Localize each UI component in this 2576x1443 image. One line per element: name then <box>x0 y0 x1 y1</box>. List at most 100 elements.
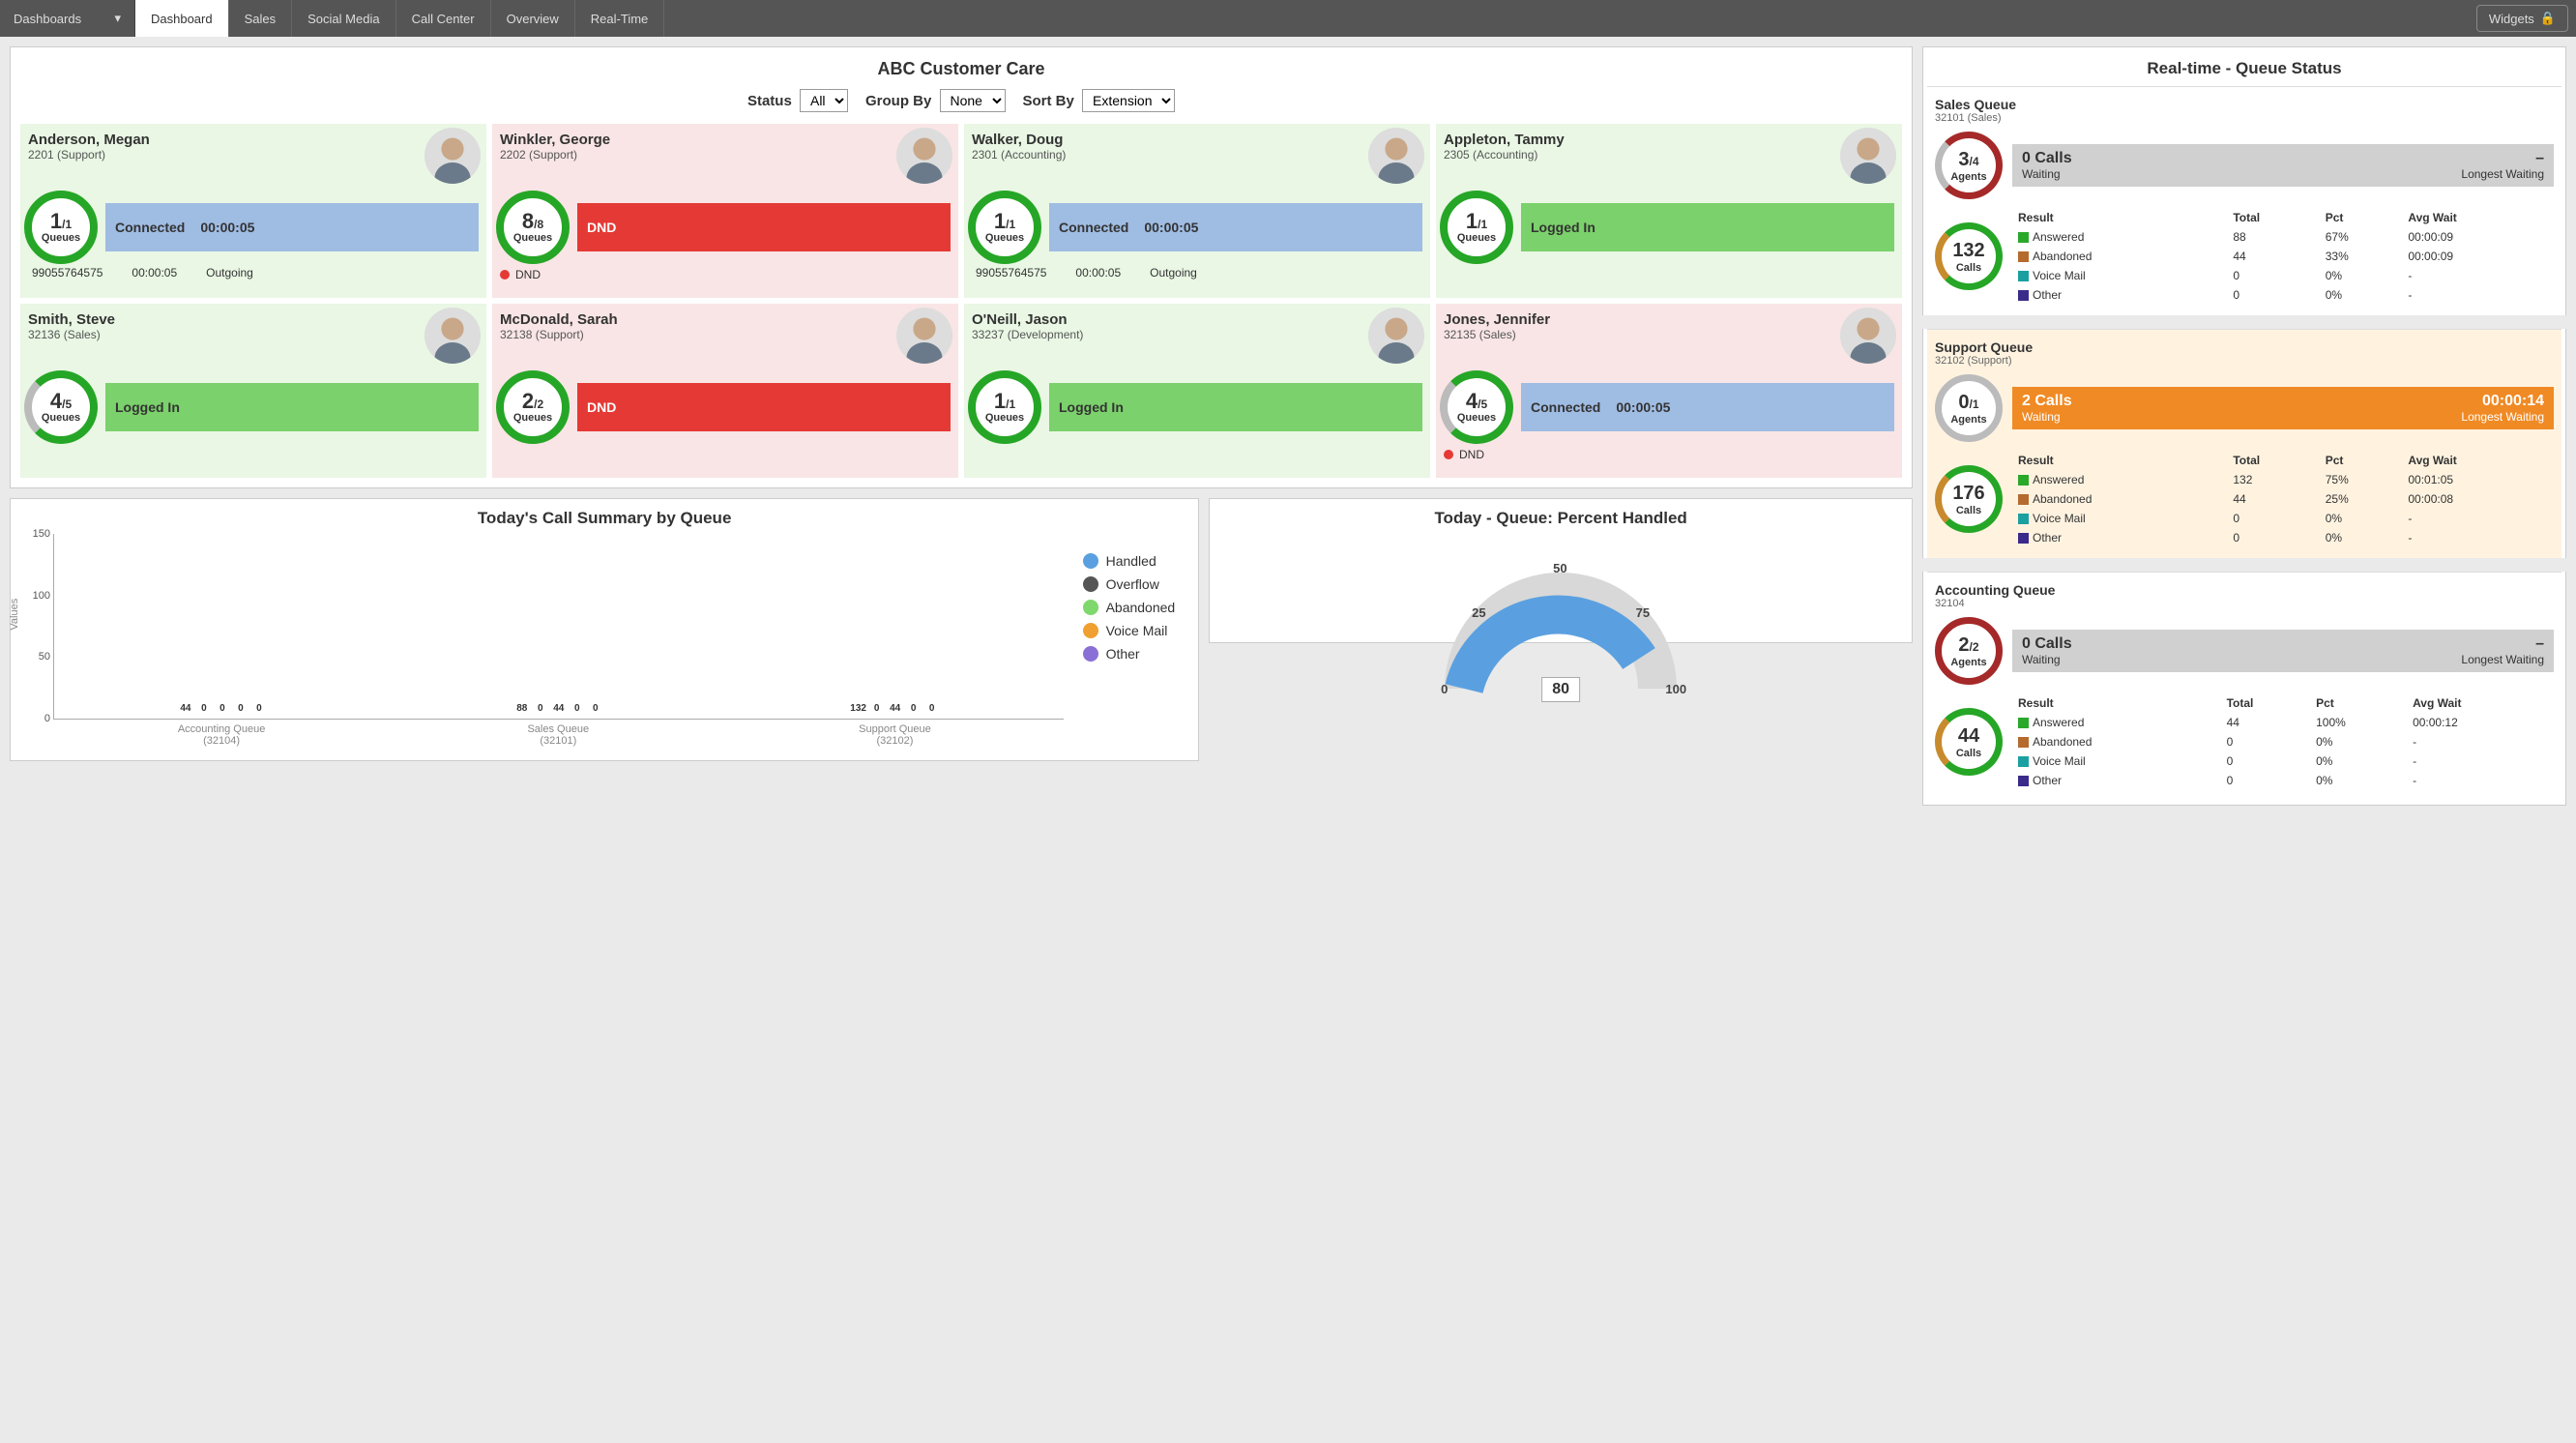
agents-panel: ABC Customer Care Status All Group By No… <box>10 46 1913 488</box>
result-swatch <box>2018 718 2029 728</box>
status-bar: Logged In <box>1521 203 1894 251</box>
result-pct: 0% <box>2312 772 2407 789</box>
tab-sales[interactable]: Sales <box>229 0 293 37</box>
status-select[interactable]: All <box>800 89 848 112</box>
agent-name: Smith, Steve <box>28 311 479 328</box>
result-label: Other <box>2033 531 2062 545</box>
agent-card[interactable]: Winkler, George 2202 (Support) 8/8 Queue… <box>492 124 958 298</box>
agents-count: 3 <box>1958 149 1969 170</box>
avatar <box>424 308 481 364</box>
result-avg: - <box>2404 510 2552 527</box>
agents-ring: 2/2 Agents <box>1935 617 2003 685</box>
legend-label: Voice Mail <box>1106 623 1168 638</box>
gauge-chart: 0 25 50 75 100 80 <box>1435 553 1686 698</box>
queue-info-bar: 0 Calls– WaitingLongest Waiting <box>2012 144 2554 187</box>
queue-name: Support Queue <box>1935 339 2554 355</box>
status-bar: Connected 00:00:05 <box>1049 203 1422 251</box>
bar-value: 0 <box>574 703 580 714</box>
results-table: ResultTotalPctAvg Wait Answered44100%00:… <box>2012 692 2554 791</box>
result-swatch <box>2018 475 2029 486</box>
widgets-button[interactable]: Widgets 🔒 <box>2476 5 2568 32</box>
bar-value: 88 <box>516 703 527 714</box>
agent-status: DND <box>587 399 616 415</box>
status-bar: Connected 00:00:05 <box>1521 383 1894 431</box>
groupby-select[interactable]: None <box>940 89 1006 112</box>
longest-wait-label: Longest Waiting <box>2461 167 2544 181</box>
result-swatch <box>2018 290 2029 301</box>
legend-label: Handled <box>1106 553 1156 569</box>
queue-sub: 32101 (Sales) <box>1935 112 2554 124</box>
agents-ring: 0/1 Agents <box>1935 374 2003 442</box>
legend-item: Other <box>1083 646 1176 662</box>
tab-call-center[interactable]: Call Center <box>396 0 491 37</box>
queue-ring: 1/1 Queues <box>968 191 1041 264</box>
agents-ring: 3/4 Agents <box>1935 132 2003 199</box>
result-avg: - <box>2409 752 2552 770</box>
result-total: 0 <box>2223 772 2311 789</box>
top-bar: Dashboards ▾ DashboardSalesSocial MediaC… <box>0 0 2576 37</box>
col-result: Result <box>2014 694 2221 712</box>
legend-item: Abandoned <box>1083 600 1176 615</box>
filter-bar: Status All Group By None Sort By Extensi… <box>15 83 1908 124</box>
calls-waiting: 0 Calls <box>2022 635 2072 653</box>
queue-count: 1 <box>50 209 62 233</box>
tab-social-media[interactable]: Social Media <box>292 0 395 37</box>
agent-card[interactable]: McDonald, Sarah 32138 (Support) 2/2 Queu… <box>492 304 958 478</box>
agents-count: 2 <box>1958 634 1969 656</box>
longest-wait-value: – <box>2535 635 2544 653</box>
agent-card[interactable]: Appleton, Tammy 2305 (Accounting) 1/1 Qu… <box>1436 124 1902 298</box>
brand-dropdown[interactable]: Dashboards ▾ <box>0 0 135 37</box>
lock-icon: 🔒 <box>2540 11 2556 26</box>
result-avg: - <box>2409 772 2552 789</box>
col-avg: Avg Wait <box>2404 452 2552 469</box>
table-row: Voice Mail00%- <box>2014 267 2552 284</box>
sortby-select[interactable]: Extension <box>1082 89 1175 112</box>
bar-value: 44 <box>890 703 900 714</box>
waiting-label: Waiting <box>2022 167 2061 181</box>
legend-label: Overflow <box>1106 576 1159 592</box>
call-number: 99055764575 <box>976 266 1046 280</box>
status-timer: 00:00:05 <box>1616 399 1670 415</box>
queue-list: Sales Queue 32101 (Sales) 3/4 Agents 0 C… <box>1927 86 2561 801</box>
result-label: Answered <box>2033 473 2084 486</box>
agents-count: 0 <box>1958 392 1969 413</box>
calls-ring: 176 Calls <box>1935 465 2003 533</box>
queue-count: 4 <box>1466 389 1478 413</box>
gauge-tick-0: 0 <box>1441 682 1448 696</box>
result-label: Abandoned <box>2033 735 2092 749</box>
result-label: Answered <box>2033 716 2084 729</box>
tab-dashboard[interactable]: Dashboard <box>135 0 229 37</box>
agent-card[interactable]: Jones, Jennifer 32135 (Sales) 4/5 Queues… <box>1436 304 1902 478</box>
queue-count: 1 <box>1466 209 1478 233</box>
bar-value: 0 <box>593 703 599 714</box>
panel-title: ABC Customer Care <box>15 51 1908 83</box>
result-swatch <box>2018 737 2029 748</box>
agent-card[interactable]: Smith, Steve 32136 (Sales) 4/5 Queues Lo… <box>20 304 486 478</box>
gauge-title: Today - Queue: Percent Handled <box>1214 503 1908 534</box>
agent-card[interactable]: Anderson, Megan 2201 (Support) 1/1 Queue… <box>20 124 486 298</box>
result-avg: - <box>2404 286 2552 304</box>
queue-count: 8 <box>522 209 534 233</box>
agent-status: Logged In <box>115 399 180 415</box>
agent-card[interactable]: Walker, Doug 2301 (Accounting) 1/1 Queue… <box>964 124 1430 298</box>
tab-real-time[interactable]: Real-Time <box>575 0 664 37</box>
result-pct: 25% <box>2322 490 2403 508</box>
avatar <box>896 308 952 364</box>
result-label: Voice Mail <box>2033 512 2086 525</box>
gauge-value: 80 <box>1541 677 1580 702</box>
y-tick: 0 <box>23 713 50 724</box>
agent-extension: 2201 (Support) <box>28 148 479 162</box>
legend-swatch <box>1083 646 1098 662</box>
agent-card[interactable]: O'Neill, Jason 33237 (Development) 1/1 Q… <box>964 304 1430 478</box>
result-label: Abandoned <box>2033 492 2092 506</box>
queue-count: 2 <box>522 389 534 413</box>
tab-overview[interactable]: Overview <box>491 0 575 37</box>
status-label: Status <box>747 93 792 109</box>
widgets-label: Widgets <box>2489 12 2534 26</box>
status-bar: Connected 00:00:05 <box>105 203 479 251</box>
bar-value: 0 <box>201 703 207 714</box>
col-avg: Avg Wait <box>2404 209 2552 226</box>
queue-name: Sales Queue <box>1935 97 2554 112</box>
results-table: ResultTotalPctAvg Wait Answered13275%00:… <box>2012 450 2554 548</box>
queue-ring: 1/1 Queues <box>1440 191 1513 264</box>
